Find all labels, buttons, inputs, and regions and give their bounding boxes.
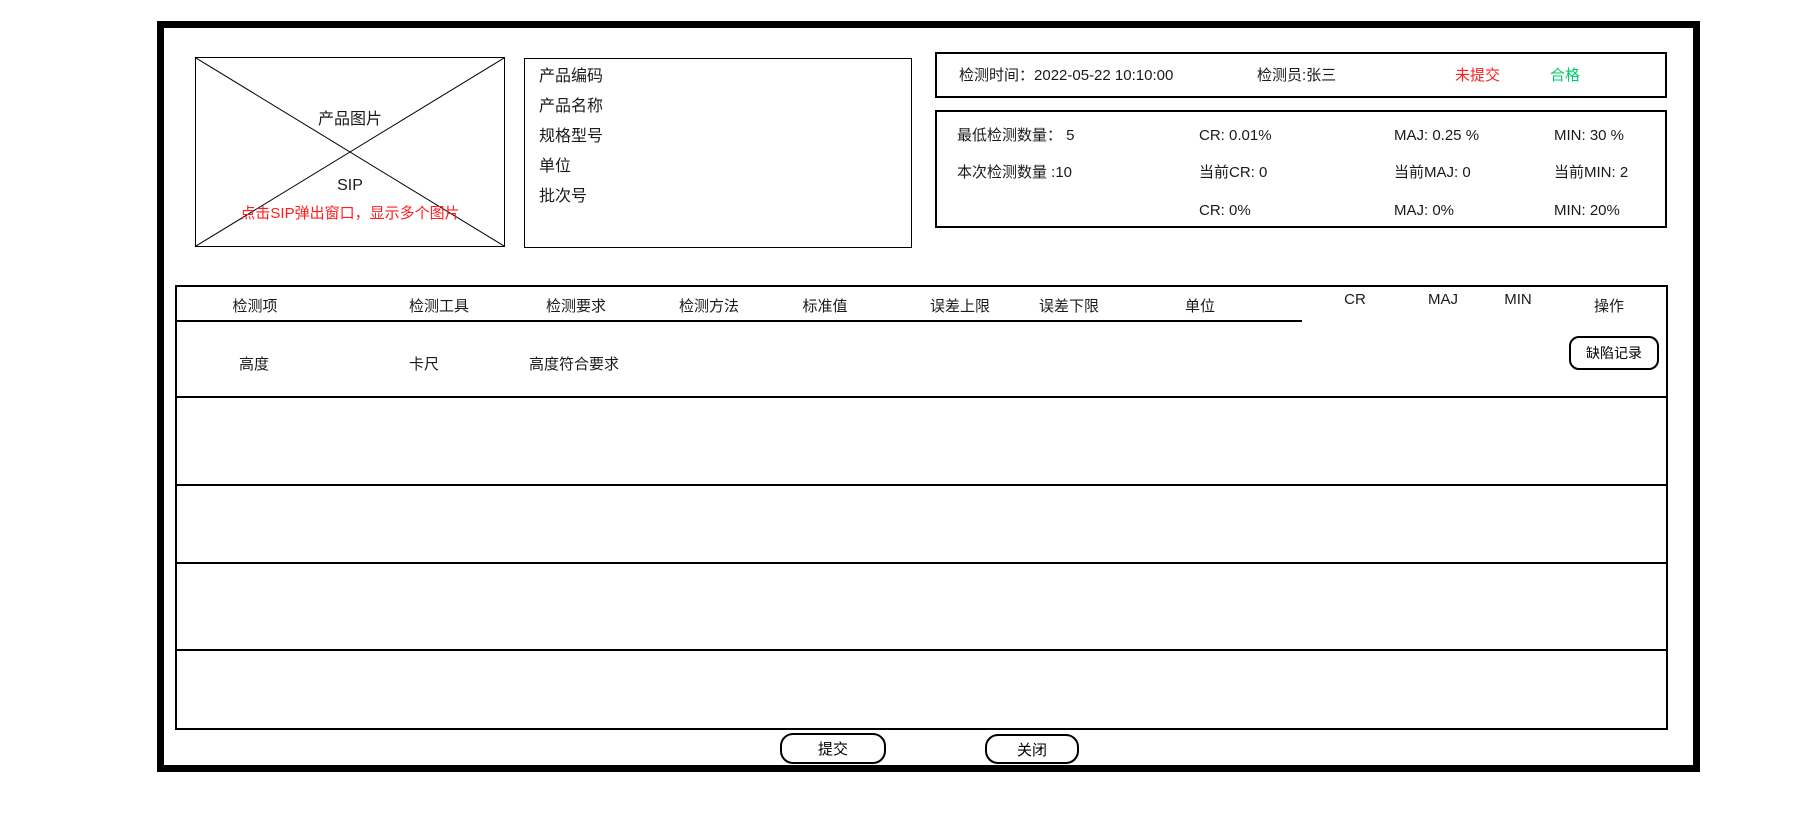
sip-note: 点击SIP弹出窗口，显示多个图片 (196, 202, 504, 223)
table-header-underline (177, 320, 1302, 322)
column-header: 检测方法 (679, 295, 739, 316)
stat-value: CR: 0% (1199, 201, 1251, 221)
defect-record-button[interactable]: 缺陷记录 (1569, 336, 1659, 370)
inspection-window: 产品图片 SIP 点击SIP弹出窗口，显示多个图片 产品编码产品名称规格型号单位… (157, 21, 1700, 772)
stat-value: 当前MAJ: 0 (1394, 163, 1471, 183)
product-field-label: 产品名称 (539, 97, 911, 117)
submit-status-badge: 未提交 (1455, 66, 1500, 86)
row-separator (177, 649, 1666, 651)
submit-button[interactable]: 提交 (780, 733, 886, 764)
inspection-time-value: 2022-05-22 10:10:00 (1034, 67, 1173, 84)
stats-panel: 最低检测数量： 5 CR: 0.01% MAJ: 0.25 % MIN: 30 % 本次… (935, 110, 1667, 228)
column-header: 检测工具 (409, 295, 469, 316)
cell-tool: 卡尺 (409, 353, 439, 374)
row-separator (177, 484, 1666, 486)
inspection-header-panel: 检测时间：2022-05-22 10:10:00 检测员:张三 未提交 合格 (935, 52, 1667, 98)
stat-value: MAJ: 0% (1394, 201, 1454, 221)
product-info-panel: 产品编码产品名称规格型号单位批次号 (524, 58, 912, 248)
stat-value: MIN: 30 % (1554, 126, 1624, 146)
column-header: 检测项 (232, 295, 277, 316)
product-image-title: 产品图片 (196, 105, 504, 129)
stat-value: 当前CR: 0 (1199, 163, 1267, 183)
inspector-name: 检测员:张三 (1257, 66, 1336, 86)
stat-value: 本次检测数量 :10 (957, 163, 1072, 183)
sip-link[interactable]: SIP (196, 177, 504, 195)
inspection-time: 检测时间：2022-05-22 10:10:00 (959, 66, 1173, 86)
column-header: MIN (1504, 291, 1532, 308)
product-field-label: 产品编码 (539, 67, 911, 87)
result-status-badge: 合格 (1550, 66, 1580, 86)
close-button[interactable]: 关闭 (985, 734, 1079, 764)
product-field-label: 单位 (539, 157, 911, 177)
row-separator (177, 562, 1666, 564)
inspection-time-label: 检测时间： (959, 67, 1034, 84)
cell-requirement: 高度符合要求 (529, 353, 619, 374)
column-header: 检测要求 (546, 295, 606, 316)
column-header: 标准值 (802, 295, 847, 316)
product-info-fields: 产品编码产品名称规格型号单位批次号 (539, 67, 911, 207)
column-header: MAJ (1428, 291, 1458, 308)
stat-value: 当前MIN: 2 (1554, 163, 1628, 183)
stat-value: MIN: 20% (1554, 201, 1620, 221)
column-header: 操作 (1594, 295, 1624, 316)
inspection-table: 检测项 检测工具 检测要求 检测方法 标准值 误差上限 误差下限 单位 CR MAJ MIN 操作 高… (175, 285, 1668, 730)
row-separator (177, 396, 1666, 398)
stat-value: MAJ: 0.25 % (1394, 126, 1479, 146)
column-header: 误差下限 (1039, 295, 1099, 316)
column-header: CR (1344, 291, 1366, 308)
column-header: 误差上限 (930, 295, 990, 316)
product-image-placeholder[interactable]: 产品图片 SIP 点击SIP弹出窗口，显示多个图片 (195, 57, 505, 247)
column-header: 单位 (1185, 295, 1215, 316)
product-field-label: 规格型号 (539, 127, 911, 147)
stat-value: CR: 0.01% (1199, 126, 1272, 146)
cell-item: 高度 (239, 353, 269, 374)
stat-value: 最低检测数量： 5 (957, 126, 1075, 146)
product-field-label: 批次号 (539, 187, 911, 207)
